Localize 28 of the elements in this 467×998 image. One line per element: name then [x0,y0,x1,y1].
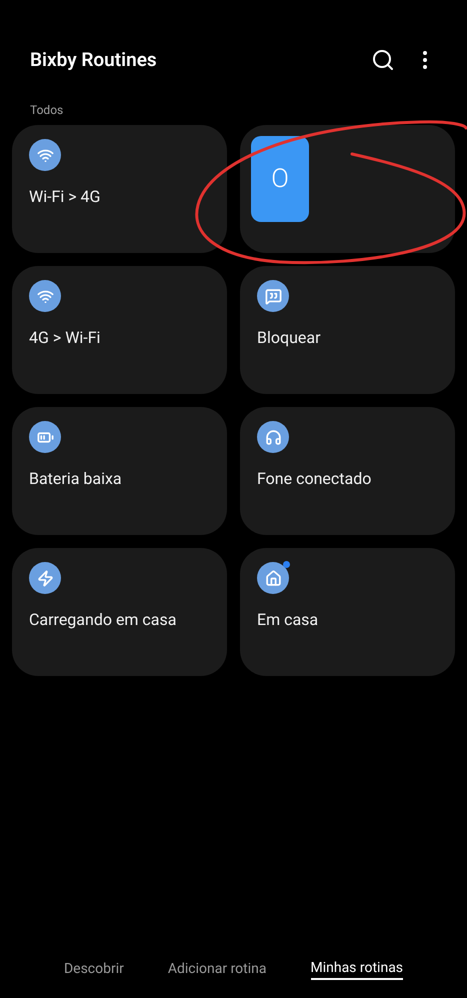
battery-icon [29,421,61,453]
message-icon [257,280,289,312]
routine-name: Bloquear [257,327,322,349]
routine-name: Em casa [257,609,320,631]
tab[interactable]: Adicionar rotina [168,958,266,980]
tab[interactable]: Minhas rotinas [310,958,404,980]
routine-card[interactable]: Em casa [240,548,455,676]
section-label: Todos [29,102,64,119]
routine-card[interactable]: Carregando em casa [12,548,227,676]
routine-name: Fone conectado [257,468,372,490]
search-icon[interactable] [371,48,395,72]
routine-card[interactable]: Wi-Fi > 4G [12,125,227,253]
app-title: Bixby Routines [30,46,158,73]
house-icon [257,562,289,594]
routine-name: 4G > Wi-Fi [29,327,102,349]
routine-card[interactable]: Bloquear [240,266,455,394]
wifi-icon [29,139,61,171]
tab[interactable]: Descobrir [64,958,124,980]
routine-name: Bateria baixa [29,468,123,490]
routine-card[interactable]: Fone conectado [240,407,455,535]
routine-name: Carregando em casa [29,609,178,631]
lightning-icon [29,562,61,594]
routine-name: Wi-Fi > 4G [29,186,102,208]
tile-letter: O [271,162,289,196]
headphones-icon [257,421,289,453]
routine-card[interactable]: Bateria baixa [12,407,227,535]
routine-card[interactable]: 4G > Wi-Fi [12,266,227,394]
wifi-icon [29,280,61,312]
